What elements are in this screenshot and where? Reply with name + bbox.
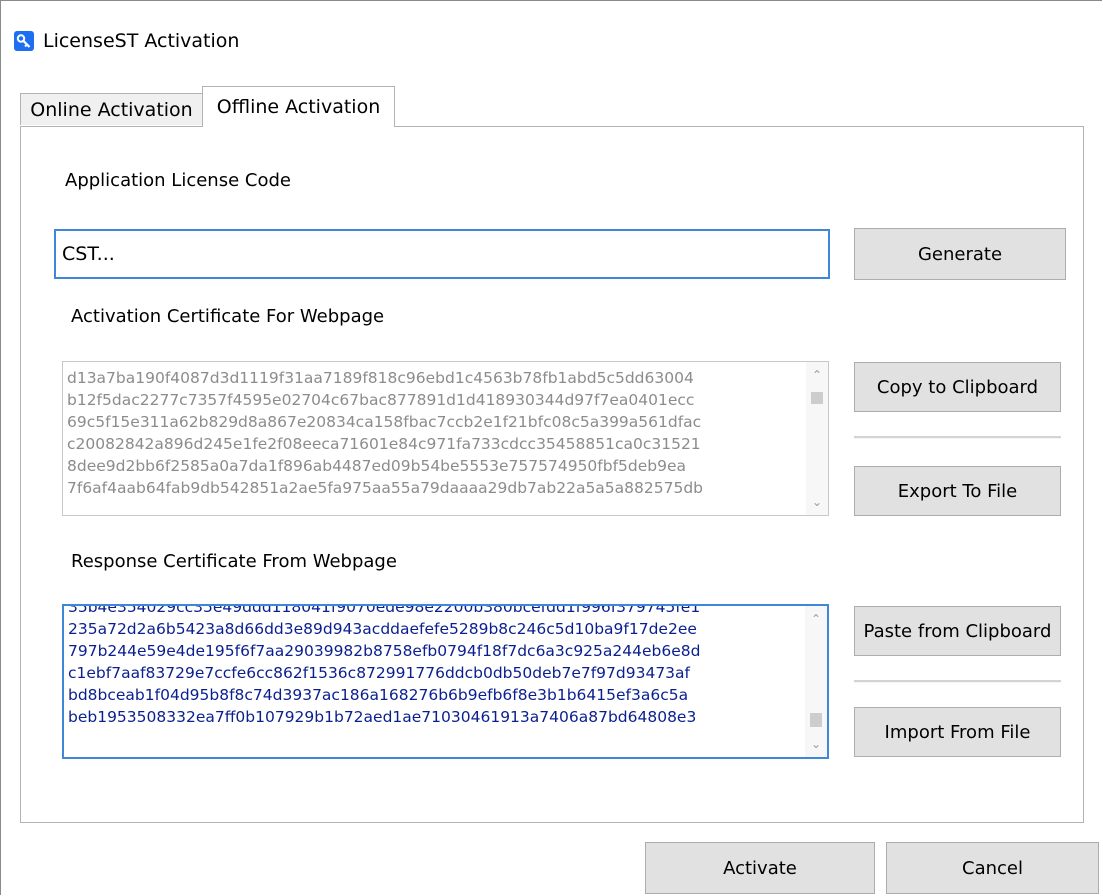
response-certificate-label: Response Certificate From Webpage xyxy=(71,551,397,572)
cancel-button[interactable]: Cancel xyxy=(886,842,1099,894)
tab-online-activation[interactable]: Online Activation xyxy=(20,93,203,125)
certificate-line: b12f5dac2277c7357f4595e02704c67bac877891… xyxy=(67,391,695,409)
certificate-line: 797b244e59e4de195f6f7aa29039982b8758efb0… xyxy=(68,642,701,660)
generate-button[interactable]: Generate xyxy=(854,228,1066,280)
certificate-line: d13a7ba190f4087d3d1119f31aa7189f818c96eb… xyxy=(67,369,694,387)
response-certificate-textbox[interactable]: 35b4e354029cc35e49ddd118041f9070ede98e22… xyxy=(62,604,829,759)
license-code-label: Application License Code xyxy=(65,170,291,191)
activation-certificate-text: d13a7ba190f4087d3d1119f31aa7189f818c96eb… xyxy=(67,367,802,499)
response-scrollbar[interactable]: ⌃ ⌄ xyxy=(805,606,827,757)
import-from-file-button[interactable]: Import From File xyxy=(854,707,1061,757)
export-to-file-button[interactable]: Export To File xyxy=(854,466,1061,516)
scroll-up-icon[interactable]: ⌃ xyxy=(805,608,827,630)
window-title: LicenseST Activation xyxy=(43,30,240,52)
scroll-up-icon[interactable]: ⌃ xyxy=(806,364,828,386)
license-code-input[interactable] xyxy=(54,229,830,279)
activate-button[interactable]: Activate xyxy=(645,842,875,894)
activation-window: LicenseST Activation Online Activation O… xyxy=(0,0,1102,895)
activation-scrollbar[interactable]: ⌃ ⌄ xyxy=(806,362,828,515)
certificate-line: 35b4e354029cc35e49ddd118041f9070ede98e22… xyxy=(68,604,701,616)
scroll-down-icon[interactable]: ⌄ xyxy=(805,733,827,755)
separator xyxy=(854,680,1061,683)
paste-from-clipboard-button[interactable]: Paste from Clipboard xyxy=(854,606,1061,656)
certificate-line: bd8bceab1f04d95b8f8c74d3937ac186a168276b… xyxy=(68,686,689,704)
certificate-line: beb1953508332ea7ff0b107929b1b72aed1ae710… xyxy=(68,708,697,726)
certificate-line: 235a72d2a6b5423a8d66dd3e89d943acddaefefe… xyxy=(68,620,697,638)
certificate-line: 7f6af4aab64fab9db542851a2ae5fa975aa55a79… xyxy=(67,479,704,497)
scroll-down-icon[interactable]: ⌄ xyxy=(806,491,828,513)
key-icon xyxy=(14,31,34,51)
scroll-thumb[interactable] xyxy=(811,392,823,404)
certificate-line: 8dee9d2bb6f2585a0a7da1f896ab4487ed09b54b… xyxy=(67,457,687,475)
activation-certificate-textbox[interactable]: d13a7ba190f4087d3d1119f31aa7189f818c96eb… xyxy=(62,361,829,516)
certificate-line: c20082842a896d245e1fe2f08eeca71601e84c97… xyxy=(67,435,701,453)
certificate-line: c1ebf7aaf83729e7ccfe6cc862f1536c87299177… xyxy=(68,664,690,682)
copy-to-clipboard-button[interactable]: Copy to Clipboard xyxy=(854,362,1061,412)
activation-certificate-label: Activation Certificate For Webpage xyxy=(71,306,385,327)
scroll-thumb[interactable] xyxy=(810,713,822,727)
response-certificate-text: 35b4e354029cc35e49ddd118041f9070ede98e22… xyxy=(68,604,801,728)
tab-offline-activation[interactable]: Offline Activation xyxy=(202,86,395,127)
title-bar: LicenseST Activation xyxy=(1,1,1101,81)
separator xyxy=(854,436,1061,439)
certificate-line: 69c5f15e311a62b829d8a867e20834ca158fbac7… xyxy=(67,413,702,431)
